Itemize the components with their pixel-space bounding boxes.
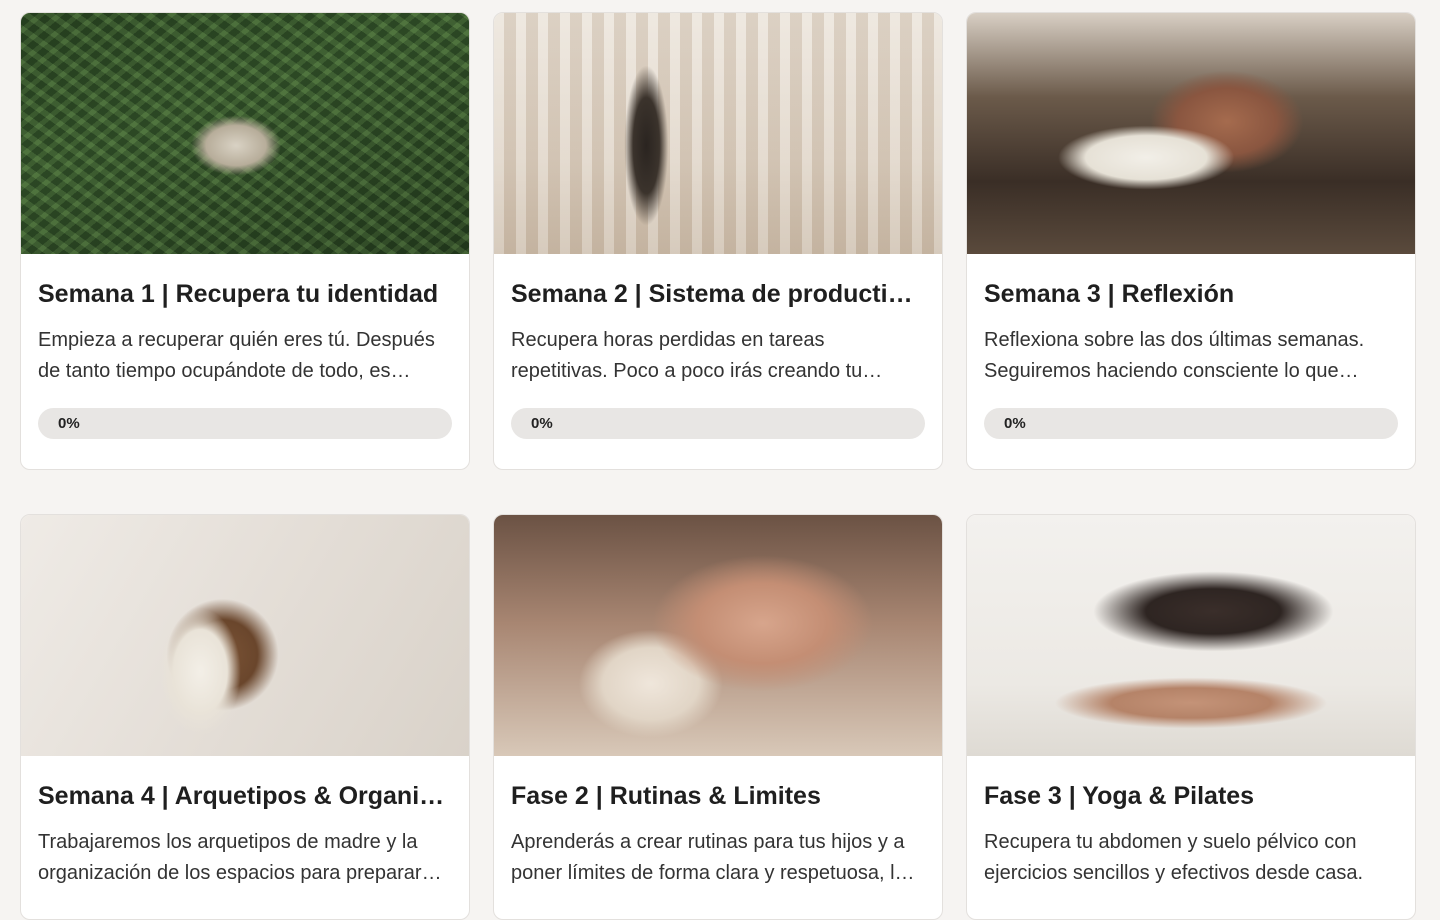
course-card-semana-3[interactable]: Semana 3 | Reflexión Reflexiona sobre la… (966, 12, 1416, 470)
progress-bar: 0% (511, 408, 925, 439)
progress-bar: 0% (38, 408, 452, 439)
chair-photo (21, 515, 469, 756)
curtain-photo (494, 13, 942, 254)
course-card-semana-1[interactable]: Semana 1 | Recupera tu identidad Empieza… (20, 12, 470, 470)
card-body: Semana 3 | Reflexión Reflexiona sobre la… (967, 279, 1415, 469)
progress-bar: 0% (984, 408, 1398, 439)
course-card-fase-3[interactable]: Fase 3 | Yoga & Pilates Recupera tu abdo… (966, 514, 1416, 920)
progress-label: 0% (531, 415, 553, 432)
card-description: Empieza a recuperar quién eres tú. Despu… (38, 329, 435, 382)
book-photo (967, 13, 1415, 254)
card-description: Trabajaremos los arquetipos de madre y l… (38, 831, 442, 884)
card-description: Recupera horas perdidas en tareas repeti… (511, 329, 883, 382)
card-body: Semana 1 | Recupera tu identidad Empieza… (21, 279, 469, 469)
card-body: Semana 2 | Sistema de productivi… Recupe… (494, 279, 942, 469)
course-grid: Semana 1 | Recupera tu identidad Empieza… (20, 12, 1416, 920)
course-card-semana-4[interactable]: Semana 4 | Arquetipos & Organiza… Trabaj… (20, 514, 470, 920)
course-card-fase-2[interactable]: Fase 2 | Rutinas & Limites Aprenderás a … (493, 514, 943, 920)
card-title: Fase 3 | Yoga & Pilates (984, 782, 1255, 810)
card-description: Reflexiona sobre las dos últimas semanas… (984, 329, 1365, 382)
hands-photo (494, 515, 942, 756)
card-title: Semana 3 | Reflexión (984, 280, 1235, 308)
progress-label: 0% (1004, 415, 1026, 432)
card-body: Fase 3 | Yoga & Pilates Recupera tu abdo… (967, 781, 1415, 919)
card-title: Semana 2 | Sistema de productivi… (511, 280, 925, 308)
card-description: Aprenderás a crear rutinas para tus hijo… (511, 831, 915, 884)
card-title: Semana 4 | Arquetipos & Organiza… (38, 782, 452, 810)
card-body: Semana 4 | Arquetipos & Organiza… Trabaj… (21, 781, 469, 919)
card-title: Fase 2 | Rutinas & Limites (511, 782, 821, 810)
card-title: Semana 1 | Recupera tu identidad (38, 280, 439, 308)
fern-photo (21, 13, 469, 254)
yoga-photo (967, 515, 1415, 756)
card-body: Fase 2 | Rutinas & Limites Aprenderás a … (494, 781, 942, 919)
progress-label: 0% (58, 415, 80, 432)
card-description: Recupera tu abdomen y suelo pélvico con … (984, 831, 1364, 884)
course-card-semana-2[interactable]: Semana 2 | Sistema de productivi… Recupe… (493, 12, 943, 470)
